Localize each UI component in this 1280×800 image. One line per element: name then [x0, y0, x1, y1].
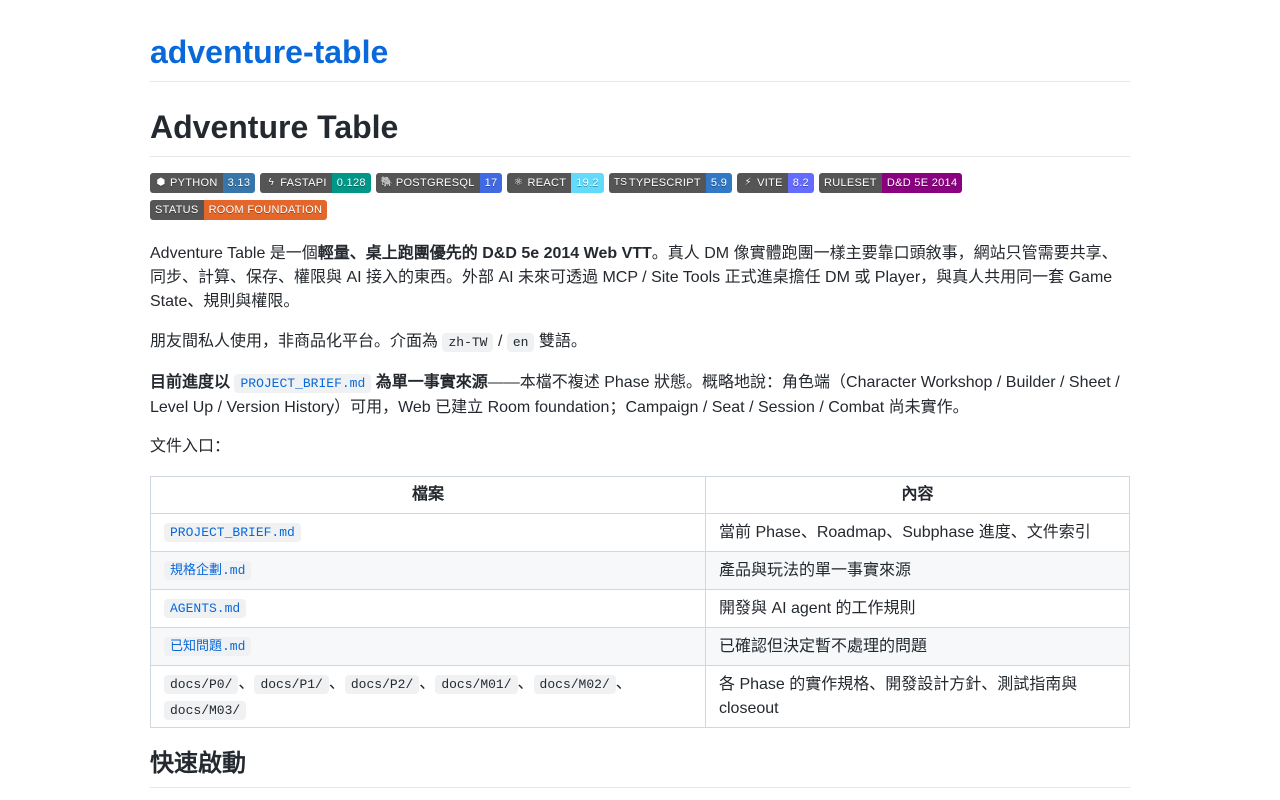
badge-label: STATUS: [150, 200, 204, 220]
description-cell: 各 Phase 的實作規格、開發設計方針、測試指南與 closeout: [705, 665, 1130, 728]
badge-label: ϟ FASTAPI: [260, 173, 332, 193]
badge-label-text: POSTGRESQL: [395, 177, 475, 189]
usage-text: 雙語。: [538, 333, 587, 350]
doc-file-link[interactable]: AGENTS.md: [164, 599, 247, 618]
badge-label: 🐘 POSTGRESQL: [375, 173, 480, 193]
file-cell: docs/P0/、 docs/P1/、 docs/P2/、 docs/M01/、 doc…: [150, 665, 706, 728]
progress-paragraph: 目前進度以 PROJECT_BRIEF.md 為單一事實來源——本檔不複述 Ph…: [150, 371, 1130, 420]
table-row: 已知問題.md 已確認但決定暫不處理的問題: [150, 627, 1130, 666]
usage-paragraph: 朋友間私人使用，非商品化平台。介面為 zh-TW / en 雙語。: [150, 330, 1130, 355]
badge-label-text: REACT: [527, 177, 567, 189]
docs-table: 檔案 內容 PROJECT_BRIEF.md 當前 Phase、Roadmap、S…: [150, 476, 1130, 728]
site-header: adventure-table: [150, 32, 1130, 82]
badge-label: RULESET: [818, 173, 882, 193]
description-cell: 已確認但決定暫不處理的問題: [705, 627, 1130, 666]
usage-text: 朋友間私人使用，非商品化平台。介面為: [150, 333, 439, 350]
badge-row: ⬢ PYTHON 3.13 ϟ FASTAPI 0.128 🐘 POSTGRESQL 17 ⚛ RE…: [150, 173, 1130, 193]
badge-value: 5.9: [705, 173, 733, 193]
locale-code-zh: zh-TW: [442, 333, 494, 352]
badge-postgresql[interactable]: 🐘 POSTGRESQL 17: [375, 173, 503, 193]
locale-separator: /: [497, 333, 503, 350]
badge-list: ⬢ PYTHON 3.13 ϟ FASTAPI 0.128 🐘 POSTGRESQL 17 ⚛ RE…: [150, 173, 1130, 227]
python-icon: ⬢: [156, 177, 166, 188]
doc-file-link[interactable]: 規格企劃.md: [164, 561, 252, 580]
react-icon: ⚛: [513, 177, 524, 188]
badge-value: ROOM FOUNDATION: [203, 200, 328, 220]
section-heading-quickstart: 快速啟動: [150, 744, 1130, 788]
doc-file-link[interactable]: PROJECT_BRIEF.md: [164, 523, 301, 542]
table-row: 規格企劃.md 產品與玩法的單一事實來源: [150, 551, 1130, 590]
file-cell: PROJECT_BRIEF.md: [150, 513, 706, 552]
progress-bold-text: 為單一事實來源: [375, 374, 488, 391]
badge-label-text: VITE: [757, 177, 783, 189]
badge-label: TS TYPESCRIPT: [608, 173, 706, 193]
vite-icon: ⚡: [744, 177, 752, 188]
column-header-content: 內容: [705, 476, 1130, 514]
doc-dir-name: docs/P1/: [254, 674, 329, 694]
fastapi-icon: ϟ: [268, 177, 275, 188]
postgresql-icon: 🐘: [380, 177, 394, 188]
badge-typescript[interactable]: TS TYPESCRIPT 5.9: [608, 173, 733, 193]
badge-label-text: STATUS: [155, 204, 199, 216]
dir-separator: 、: [517, 674, 534, 692]
site-title-link[interactable]: adventure-table: [150, 32, 1130, 72]
dir-separator: 、: [328, 674, 345, 692]
badge-value: 0.128: [331, 173, 371, 193]
badge-label-text: TYPESCRIPT: [628, 177, 701, 189]
intro-text: Adventure Table 是一個: [150, 245, 318, 262]
badge-ruleset[interactable]: RULESET D&D 5E 2014: [818, 173, 963, 193]
badge-value: D&D 5E 2014: [881, 173, 963, 193]
file-cell: 已知問題.md: [150, 627, 706, 666]
table-row: docs/P0/、 docs/P1/、 docs/P2/、 docs/M01/、 doc…: [150, 665, 1130, 728]
badge-label: ⚡ VITE: [737, 173, 788, 193]
badge-label-text: FASTAPI: [280, 177, 327, 189]
badge-status[interactable]: STATUS ROOM FOUNDATION: [150, 200, 328, 220]
doc-file-name: AGENTS.md: [164, 599, 247, 618]
badge-label: ⬢ PYTHON: [150, 173, 223, 193]
table-row: PROJECT_BRIEF.md 當前 Phase、Roadmap、Subphas…: [150, 513, 1130, 552]
table-header-row: 檔案 內容: [150, 476, 1130, 514]
doc-file-link[interactable]: 已知問題.md: [164, 637, 252, 656]
column-header-file: 檔案: [150, 476, 706, 514]
doc-file-name: 已知問題.md: [164, 637, 252, 656]
description-cell: 當前 Phase、Roadmap、Subphase 進度、文件索引: [705, 513, 1130, 552]
file-cell: 規格企劃.md: [150, 551, 706, 590]
typescript-icon: TS: [613, 177, 628, 188]
dir-separator: 、: [615, 674, 632, 692]
badge-value: 3.13: [222, 173, 256, 193]
badge-label-text: PYTHON: [170, 177, 218, 189]
badge-value: 19.2: [571, 173, 604, 193]
doc-dir-name: docs/M02/: [533, 674, 616, 694]
badge-react[interactable]: ⚛ REACT 19.2: [507, 173, 604, 193]
badge-fastapi[interactable]: ϟ FASTAPI 0.128: [260, 173, 371, 193]
project-brief-link[interactable]: PROJECT_BRIEF.md: [234, 374, 372, 393]
project-brief-code: PROJECT_BRIEF.md: [234, 374, 372, 393]
badge-value: 8.2: [787, 173, 814, 193]
dir-separator: 、: [238, 674, 255, 692]
intro-bold-text: 輕量、桌上跑團優先的 D&D 5e 2014 Web VTT: [317, 245, 652, 262]
intro-paragraph: Adventure Table 是一個輕量、桌上跑團優先的 D&D 5e 201…: [150, 242, 1130, 314]
doc-dir-name: docs/P0/: [164, 674, 239, 694]
page-title: Adventure Table: [150, 106, 1130, 157]
dir-separator: 、: [419, 674, 436, 692]
doc-dir-name: docs/P2/: [344, 674, 420, 694]
progress-bold-text: 目前進度以: [150, 374, 231, 391]
doc-dir-name: docs/M03/: [164, 700, 247, 720]
locale-code-en: en: [506, 333, 535, 352]
doc-dir-name: docs/M01/: [435, 674, 518, 694]
doc-file-name: 規格企劃.md: [164, 561, 252, 580]
description-cell: 產品與玩法的單一事實來源: [705, 551, 1130, 590]
badge-vite[interactable]: ⚡ VITE 8.2: [737, 173, 814, 193]
file-cell: AGENTS.md: [150, 589, 706, 628]
description-cell: 開發與 AI agent 的工作規則: [705, 589, 1130, 628]
docs-intro-text: 文件入口：: [150, 438, 231, 455]
badge-label: ⚛ REACT: [507, 173, 572, 193]
badge-row: STATUS ROOM FOUNDATION: [150, 200, 1130, 220]
table-row: AGENTS.md 開發與 AI agent 的工作規則: [150, 589, 1130, 628]
doc-file-name: PROJECT_BRIEF.md: [164, 523, 301, 542]
badge-value: 17: [479, 173, 503, 193]
badge-python[interactable]: ⬢ PYTHON 3.13: [150, 173, 256, 193]
badge-label-text: RULESET: [823, 177, 877, 189]
